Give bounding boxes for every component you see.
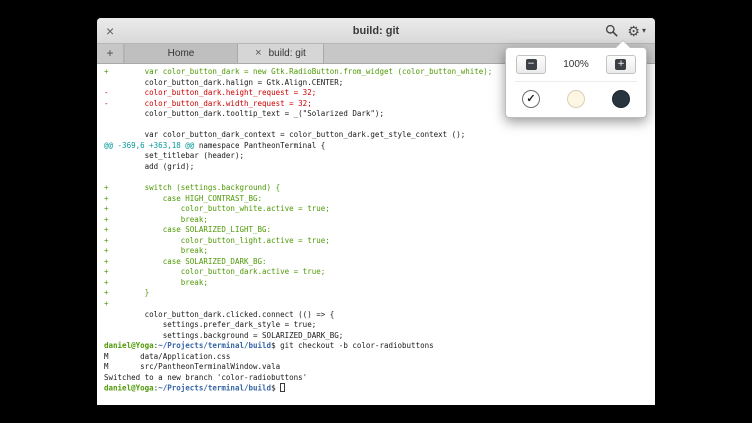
terminal-line: + } (104, 288, 655, 299)
terminal-line: M src/PantheonTerminalWindow.vala (104, 362, 655, 373)
titlebar-actions: ⚙ ▾ (605, 24, 646, 38)
terminal-line: + case SOLARIZED_DARK_BG: (104, 257, 655, 268)
terminal-line: @@ -369,6 +363,18 @@ namespace PantheonT… (104, 141, 655, 152)
theme-swatch-solarized-light[interactable] (567, 90, 585, 108)
terminal-line: + switch (settings.background) { (104, 183, 655, 194)
terminal-line: + color_button_light.active = true; (104, 236, 655, 247)
terminal-line: + color_button_dark.active = true; (104, 267, 655, 278)
zoom-controls: − 100% + (515, 55, 637, 81)
terminal-line: add (grid); (104, 162, 655, 173)
chevron-down-icon: ▾ (642, 26, 646, 35)
window-title: build: git (97, 25, 655, 37)
theme-swatch-high-contrast[interactable]: ✓ (522, 90, 540, 108)
zoom-level: 100% (563, 59, 589, 70)
search-icon[interactable] (605, 24, 618, 37)
terminal-line: color_button_dark.clicked.connect (() =>… (104, 310, 655, 321)
terminal-line: + case SOLARIZED_LIGHT_BG: (104, 225, 655, 236)
terminal-line: M data/Application.css (104, 352, 655, 363)
tab-strip: Home × build: git (124, 44, 324, 63)
theme-swatch-solarized-dark[interactable] (612, 90, 630, 108)
terminal-line: set_titlebar (header); (104, 151, 655, 162)
terminal-window: × build: git ⚙ ▾ + Home×build: git + var… (97, 18, 655, 405)
terminal-line: var color_button_dark_context = color_bu… (104, 130, 655, 141)
terminal-line: + color_button_white.active = true; (104, 204, 655, 215)
terminal-line: settings.background = SOLARIZED_DARK_BG; (104, 331, 655, 342)
check-icon: ✓ (526, 90, 535, 108)
terminal-line: + break; (104, 278, 655, 289)
tab-build-git[interactable]: × build: git (238, 44, 324, 63)
terminal-line: + case HIGH_CONTRAST_BG: (104, 194, 655, 205)
tab-close-icon[interactable]: × (255, 48, 261, 59)
window-close-button[interactable]: × (106, 24, 114, 38)
terminal-line: + break; (104, 215, 655, 226)
zoom-in-icon: + (615, 59, 626, 70)
titlebar: × build: git ⚙ ▾ (97, 18, 655, 44)
zoom-in-button[interactable]: + (606, 55, 636, 74)
zoom-out-icon: − (526, 59, 537, 70)
zoom-out-button[interactable]: − (516, 55, 546, 74)
theme-row: ✓ (515, 82, 637, 111)
terminal-line (104, 172, 655, 183)
gear-icon: ⚙ (627, 24, 640, 38)
tab-home[interactable]: Home (124, 44, 238, 63)
terminal-line: settings.prefer_dark_style = true; (104, 320, 655, 331)
terminal-line: + break; (104, 246, 655, 257)
settings-popover: − 100% + ✓ (505, 47, 647, 118)
settings-menu-button[interactable]: ⚙ ▾ (627, 24, 646, 38)
terminal-line: daniel@Yoga:~/Projects/terminal/build$ (104, 383, 655, 394)
terminal-line: Switched to a new branch 'color-radiobut… (104, 373, 655, 384)
tab-label: Home (168, 48, 195, 59)
terminal-line (104, 120, 655, 131)
new-tab-button[interactable]: + (97, 44, 124, 63)
tab-label: build: git (269, 48, 306, 59)
terminal-line: + (104, 299, 655, 310)
terminal-line: daniel@Yoga:~/Projects/terminal/build$ g… (104, 341, 655, 352)
terminal-cursor (280, 383, 285, 392)
